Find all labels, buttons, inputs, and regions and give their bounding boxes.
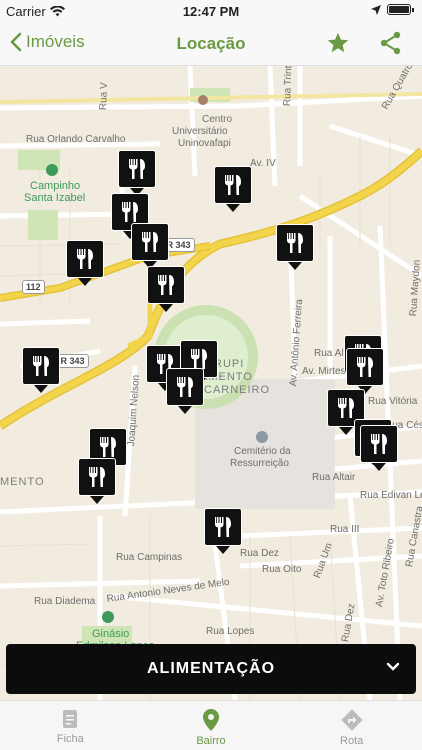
fork-knife-icon xyxy=(166,368,204,406)
restaurant-pin[interactable] xyxy=(22,347,60,393)
tab-bairro[interactable]: Bairro xyxy=(141,701,282,750)
pin-tail xyxy=(90,496,104,504)
fork-knife-icon xyxy=(147,266,185,304)
status-time: 12:47 PM xyxy=(182,4,240,19)
pin-tail xyxy=(216,546,230,554)
restaurant-pin[interactable] xyxy=(118,150,156,196)
map-label-mento: MENTO xyxy=(0,476,45,488)
map-label-rua-altair: Rua Altair xyxy=(312,472,356,483)
category-selector[interactable]: ALIMENTAÇÃO xyxy=(6,644,416,694)
map-label-rua-campinas: Rua Campinas xyxy=(116,552,183,563)
directions-icon xyxy=(341,709,363,731)
star-icon xyxy=(327,32,349,53)
fork-knife-icon xyxy=(66,240,104,278)
back-button[interactable]: Imóveis xyxy=(10,32,85,52)
road-shield-112: 112 xyxy=(22,280,45,294)
fork-knife-icon xyxy=(131,223,169,261)
pin-tail xyxy=(288,262,302,270)
document-icon xyxy=(63,710,78,728)
map-label-rua-oito: Rua Oito xyxy=(262,564,302,575)
map-label-cemiterio: Cemitério da xyxy=(234,446,291,457)
battery-icon xyxy=(387,4,411,15)
restaurant-pin[interactable] xyxy=(78,458,116,504)
map-label-uninovafapi: Uninovafapi xyxy=(178,138,231,149)
fork-knife-icon xyxy=(214,166,252,204)
map-label-rua-dez: Rua Dez xyxy=(240,548,279,559)
fork-knife-icon xyxy=(346,348,384,386)
map-label-universitario: Universitário xyxy=(172,126,228,137)
pin-tail xyxy=(78,278,92,286)
map-label-av-iv: Av. IV xyxy=(250,158,276,169)
fork-knife-icon xyxy=(204,508,242,546)
pin-tail xyxy=(34,385,48,393)
chevron-down-icon xyxy=(386,662,400,671)
map-label-urupi: RUPI xyxy=(214,358,245,370)
pin-tail xyxy=(159,304,173,312)
map-label-rua-v: Rua V xyxy=(98,82,110,111)
tab-bar: Ficha Bairro Rota xyxy=(0,700,422,750)
fork-knife-icon xyxy=(276,224,314,262)
map-label-campinho: Campinho xyxy=(30,180,81,192)
map-label-rua-lopes: Rua Lopes xyxy=(206,626,255,637)
tab-rota[interactable]: Rota xyxy=(281,701,422,750)
share-button[interactable] xyxy=(380,31,402,60)
restaurant-pin[interactable] xyxy=(204,508,242,554)
restaurant-pin[interactable] xyxy=(147,266,185,312)
restaurant-pin[interactable] xyxy=(360,425,398,471)
pin-tail xyxy=(372,463,386,471)
restaurant-pin[interactable] xyxy=(66,240,104,286)
favorite-button[interactable] xyxy=(326,31,350,60)
share-icon xyxy=(380,31,401,55)
tab-rota-label: Rota xyxy=(340,735,364,747)
location-pin-icon xyxy=(203,709,219,731)
restaurant-pin[interactable] xyxy=(276,224,314,270)
category-label: ALIMENTAÇÃO xyxy=(146,660,276,677)
location-arrow-icon xyxy=(371,4,381,15)
pin-tail xyxy=(178,406,192,414)
tab-bairro-label: Bairro xyxy=(196,735,226,747)
map-label-rua-edivan: Rua Edivan Lei xyxy=(360,490,422,501)
map-label-rua-orlando: Rua Orlando Carvalho xyxy=(26,134,126,145)
restaurant-pin[interactable] xyxy=(131,223,169,269)
map-label-centro: Centro xyxy=(202,114,233,125)
fork-knife-icon xyxy=(22,347,60,385)
map-view[interactable]: Centro Universitário Uninovafapi Rua Orl… xyxy=(0,66,422,700)
restaurant-pin[interactable] xyxy=(214,166,252,212)
pin-tail xyxy=(226,204,240,212)
tab-ficha-label: Ficha xyxy=(56,733,84,745)
restaurant-pin[interactable] xyxy=(346,348,384,394)
back-label: Imóveis xyxy=(26,32,85,51)
fork-knife-icon xyxy=(118,150,156,188)
chevron-left-icon xyxy=(10,32,22,52)
restaurant-pin[interactable] xyxy=(166,368,204,414)
fork-knife-icon xyxy=(360,425,398,463)
map-label-rua-vitoria: Rua Vitória xyxy=(368,396,418,407)
map-label-rua-trinta: Rua Trinta xyxy=(282,66,295,107)
tab-ficha[interactable]: Ficha xyxy=(0,701,141,750)
map-label-rua-diadema: Rua Diadema xyxy=(34,596,96,607)
pin-tail xyxy=(339,427,353,435)
map-label-ressurreicao: Ressurreição xyxy=(230,458,289,469)
fork-knife-icon xyxy=(78,458,116,496)
map-label-santa-izabel: Santa Izabel xyxy=(24,192,86,204)
navigation-bar: Imóveis Locação xyxy=(0,22,422,66)
map-label-rua-iii: Rua III xyxy=(330,524,360,535)
map-label-ginasio: Ginásio xyxy=(92,628,130,640)
status-bar: Carrier 12:47 PM xyxy=(0,0,422,22)
